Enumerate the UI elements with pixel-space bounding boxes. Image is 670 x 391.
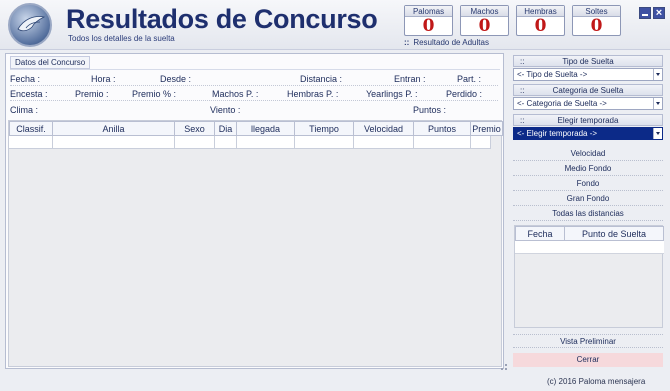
field-premio-pct: Premio % :: [132, 89, 177, 99]
field-perdido: Perdido :: [446, 89, 483, 99]
field-clima: Clima :: [10, 105, 39, 115]
counter-machos: Machos 0: [460, 5, 509, 36]
col-punto-suelta[interactable]: Punto de Suelta: [564, 226, 664, 241]
filter-gran-fondo[interactable]: Gran Fondo: [513, 192, 663, 206]
counter-hembras: Hembras 0: [516, 5, 565, 36]
table-cell[interactable]: [175, 136, 215, 149]
counter-value: 0: [590, 16, 603, 36]
tipo-suelta-header: :: Tipo de Suelta: [513, 55, 663, 67]
field-hembras-p: Hembras P. :: [287, 89, 339, 99]
temporada-header: :: Elegir temporada: [513, 114, 663, 126]
table-cell[interactable]: [295, 136, 354, 149]
app-subtitle: Todos los detalles de la suelta: [68, 34, 175, 43]
field-hora: Hora :: [91, 74, 116, 84]
field-fecha: Fecha :: [10, 74, 41, 84]
table-cell[interactable]: [237, 136, 295, 149]
categoria-suelta-label: Categoria de Suelta: [552, 86, 624, 95]
tipo-suelta-value: <- Tipo de Suelta ->: [517, 70, 588, 79]
col-puntos[interactable]: Puntos: [414, 121, 471, 136]
filter-todas-distancias[interactable]: Todas las distancias: [513, 207, 663, 221]
col-dia[interactable]: Dia: [215, 121, 237, 136]
resultado-label: Resultado de Adultas: [413, 38, 489, 47]
row-divider: [10, 85, 498, 86]
field-entran: Entran :: [394, 74, 426, 84]
temporada-label: Elegir temporada: [557, 116, 619, 125]
col-anilla[interactable]: Anilla: [53, 121, 175, 136]
table-cell[interactable]: [414, 136, 471, 149]
counter-value: 0: [534, 16, 547, 36]
col-tiempo[interactable]: Tiempo: [295, 121, 354, 136]
counter-value: 0: [478, 16, 491, 36]
app-header: Resultados de Concurso Todos los detalle…: [0, 0, 670, 50]
field-part: Part. :: [457, 74, 482, 84]
field-yearlings-p: Yearlings P. :: [366, 89, 418, 99]
temporada-value: <- Elegir temporada ->: [517, 129, 598, 138]
temporada-select[interactable]: <- Elegir temporada ->: [513, 127, 663, 140]
col-premio[interactable]: Premio: [471, 121, 503, 136]
table-row[interactable]: [9, 136, 491, 149]
section-marker: ::: [520, 86, 525, 95]
field-machos-p: Machos P. :: [212, 89, 259, 99]
close-icon[interactable]: ×: [653, 7, 665, 19]
tab-datos-del-concurso[interactable]: Datos del Concurso: [10, 56, 91, 69]
col-sexo[interactable]: Sexo: [175, 121, 215, 136]
field-encesta: Encesta :: [10, 89, 48, 99]
col-llegada[interactable]: llegada: [237, 121, 295, 136]
field-desde: Desde :: [160, 74, 192, 84]
table-row[interactable]: [515, 241, 664, 254]
categoria-suelta-value: <- Categoria de Suelta ->: [517, 99, 607, 108]
counter-value: 0: [422, 16, 435, 36]
categoria-suelta-header: :: Categoria de Suelta: [513, 84, 663, 96]
counter-soltes: Soltes 0: [572, 5, 621, 36]
col-classif[interactable]: Classif.: [9, 121, 53, 136]
table-cell[interactable]: [9, 136, 53, 149]
table-cell[interactable]: [471, 136, 491, 149]
resultado-type: :: Resultado de Adultas: [404, 38, 489, 47]
table-header: Classif. Anilla Sexo Dia llegada Tiempo …: [9, 121, 503, 136]
dropdown-arrow-icon[interactable]: [653, 128, 662, 139]
filter-fondo[interactable]: Fondo: [513, 177, 663, 191]
field-viento: Viento :: [210, 105, 241, 115]
categoria-suelta-select[interactable]: <- Categoria de Suelta ->: [513, 97, 663, 110]
tipo-suelta-label: Tipo de Suelta: [562, 57, 614, 66]
counter-palomas: Palomas 0: [404, 5, 453, 36]
filter-velocidad[interactable]: Velocidad: [513, 147, 663, 161]
copyright-text: (c) 2016 Paloma mensajera: [547, 377, 646, 386]
tab-divider: [10, 69, 500, 70]
filter-medio-fondo[interactable]: Medio Fondo: [513, 162, 663, 176]
pigeon-logo-icon: [8, 3, 52, 47]
field-premio: Premio :: [75, 89, 109, 99]
dropdown-arrow-icon[interactable]: [653, 98, 662, 109]
tipo-suelta-select[interactable]: <- Tipo de Suelta ->: [513, 68, 663, 81]
col-velocidad[interactable]: Velocidad: [354, 121, 414, 136]
app-title: Resultados de Concurso: [66, 4, 378, 34]
resize-grip-icon[interactable]: [501, 364, 507, 370]
table-cell[interactable]: [354, 136, 414, 149]
field-puntos: Puntos :: [413, 105, 447, 115]
section-marker: ::: [520, 57, 525, 66]
punto-suelta-table[interactable]: Fecha Punto de Suelta: [514, 225, 664, 328]
field-distancia: Distancia :: [300, 74, 343, 84]
row-divider: [10, 100, 498, 101]
minimize-icon[interactable]: [639, 7, 651, 19]
results-table[interactable]: Classif. Anilla Sexo Dia llegada Tiempo …: [8, 120, 503, 367]
dropdown-arrow-icon[interactable]: [653, 69, 662, 80]
datos-panel: Datos del Concurso Fecha : Hora : Desde …: [5, 53, 504, 369]
section-marker: ::: [520, 116, 525, 125]
resultado-marker: ::: [404, 38, 410, 47]
vista-preliminar-button[interactable]: Vista Preliminar: [513, 334, 663, 348]
cerrar-button[interactable]: Cerrar: [513, 353, 663, 367]
table-cell[interactable]: [53, 136, 175, 149]
col-fecha[interactable]: Fecha: [515, 226, 565, 241]
table-cell[interactable]: [215, 136, 237, 149]
